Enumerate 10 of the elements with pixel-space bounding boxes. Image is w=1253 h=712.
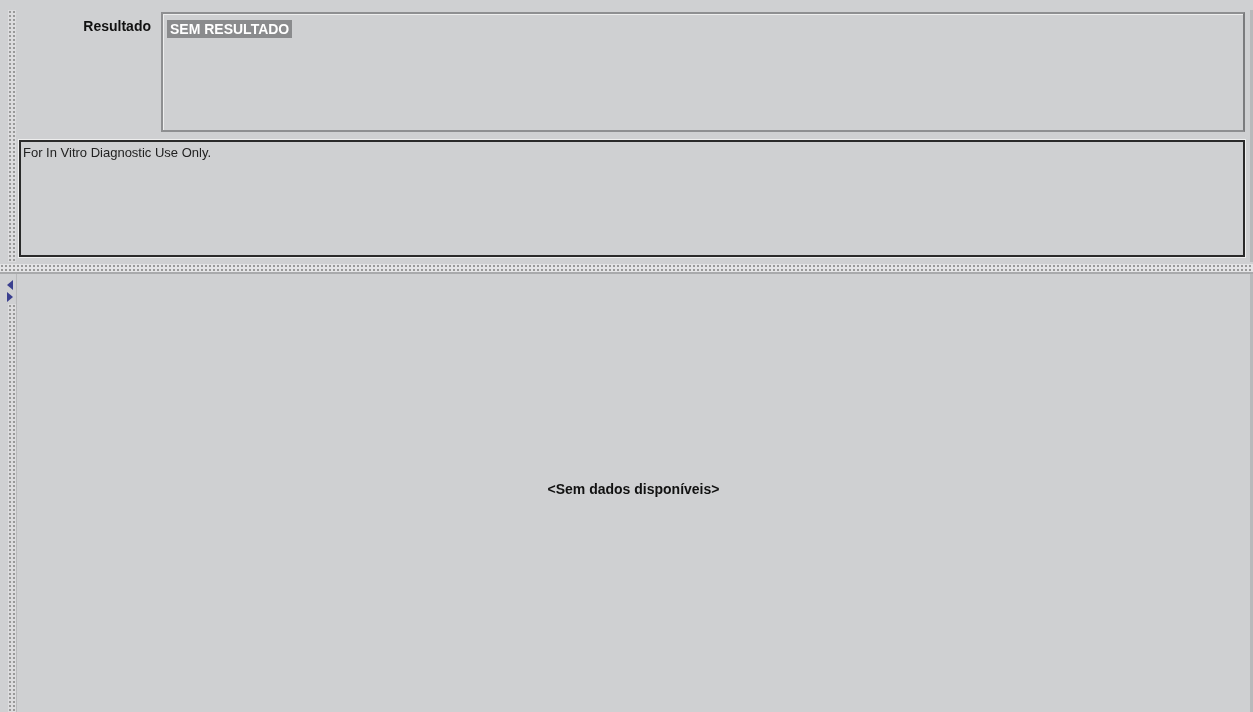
result-value: SEM RESULTADO [167, 20, 293, 38]
splitter-handle[interactable] [8, 10, 16, 262]
empty-message: <Sem dados disponíveis> [547, 481, 720, 497]
splitter-handle[interactable] [8, 304, 16, 712]
note-field[interactable]: For In Vitro Diagnostic Use Only. [19, 140, 1245, 257]
collapse-left-icon[interactable] [7, 280, 13, 290]
expand-right-icon[interactable] [7, 292, 13, 302]
splitter-handle[interactable] [0, 264, 1253, 274]
note-text: For In Vitro Diagnostic Use Only. [23, 145, 212, 160]
result-label: Resultado [82, 17, 152, 36]
